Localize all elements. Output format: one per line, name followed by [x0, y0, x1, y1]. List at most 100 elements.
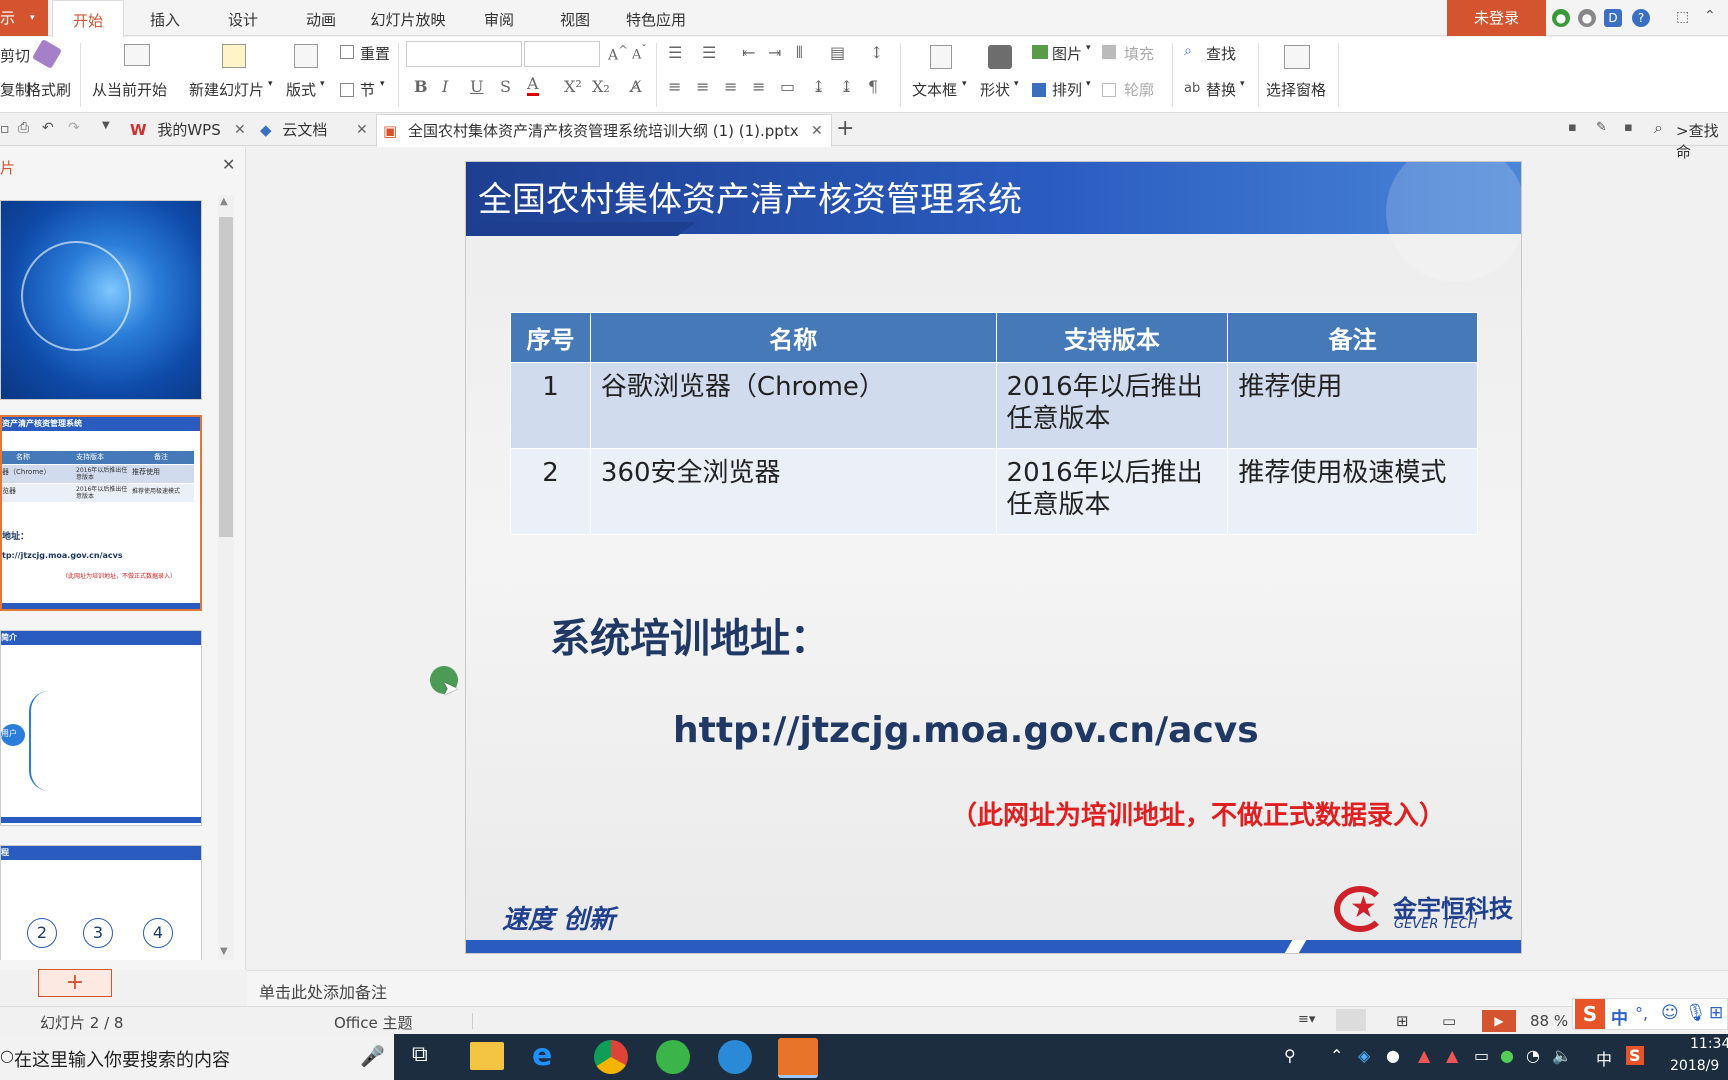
find-button[interactable]: 查找 [1206, 43, 1236, 64]
save-icon[interactable]: ▫ [0, 121, 10, 137]
font-color-icon[interactable]: A [527, 75, 539, 96]
add-slide-button[interactable]: + [38, 969, 112, 997]
superscript-icon[interactable]: X² [564, 77, 582, 96]
format-painter-button[interactable]: 格式刷 [26, 79, 71, 100]
new-tab-icon[interactable]: + [836, 116, 854, 141]
slide-title[interactable]: 全国农村集体资产清产核资管理系统 [478, 172, 1022, 221]
italic-icon[interactable]: I [442, 77, 448, 96]
font-size-select[interactable] [524, 41, 600, 67]
numbered-list-icon[interactable]: ☰ [702, 43, 716, 62]
play-slideshow-icon[interactable]: ▶ [1482, 1010, 1516, 1032]
skin-icon[interactable]: ▪ [1624, 120, 1633, 135]
chevron-down-icon[interactable]: ▼ [102, 120, 110, 131]
underline-icon[interactable]: U [470, 77, 483, 96]
zoom-level[interactable]: 88 % [1530, 1012, 1568, 1030]
play-from-current-button[interactable]: 从当前开始 [92, 79, 167, 100]
emoji-icon[interactable]: ☺ [1661, 1003, 1679, 1023]
training-url[interactable]: http://jtzcjg.moa.gov.cn/acvs [673, 710, 1259, 751]
bold-icon[interactable]: B [414, 77, 428, 96]
fullscreen-icon[interactable]: ▪ [1568, 120, 1577, 135]
cut-button[interactable]: 剪切 [0, 45, 30, 66]
reset-button[interactable]: 重置 [360, 43, 390, 64]
tab-slideshow[interactable]: 幻灯片放映 [368, 0, 448, 36]
command-search[interactable]: >查找命 [1676, 120, 1728, 162]
distribute-icon[interactable]: ▭ [780, 77, 795, 96]
justify-icon[interactable]: ≡ [752, 77, 765, 96]
slide-thumbnail-2[interactable]: 资产清产核资管理系统 名称 支持版本 备注 器（Chrome） 2016年以后推… [0, 415, 202, 611]
close-icon[interactable]: ✕ [811, 115, 823, 147]
slide-thumbnail-3[interactable]: 简介 用户 [0, 630, 202, 826]
sogou-browser-icon[interactable] [718, 1040, 752, 1074]
restore-icon[interactable]: ⬚ [1676, 9, 1689, 25]
slide-thumbnail-1[interactable] [0, 200, 202, 400]
search-icon[interactable]: ⌕ [1654, 118, 1663, 138]
ime-toolbar[interactable]: S 中 °, ☺ 🎙 ⊞ [1572, 998, 1728, 1030]
tab-special[interactable]: 特色应用 [620, 0, 692, 36]
fill-button[interactable]: 填充 [1124, 43, 1154, 64]
file-explorer-icon[interactable] [470, 1042, 504, 1070]
training-address-label[interactable]: 系统培训地址： [550, 606, 830, 664]
wps-presentation-icon[interactable] [778, 1038, 818, 1078]
outline-button[interactable]: 轮廓 [1124, 79, 1154, 100]
redo-icon[interactable]: ↷ [68, 120, 80, 136]
tray-app-icon[interactable]: ● [1386, 1046, 1400, 1065]
textbox-button[interactable]: 文本框 [912, 79, 957, 100]
training-note[interactable]: （此网址为培训地址，不做正式数据录入） [951, 795, 1445, 832]
wechat-icon[interactable]: ● [1500, 1046, 1514, 1065]
reading-view-icon[interactable]: ▭ [1442, 1012, 1456, 1030]
volume-icon[interactable]: 🔈 [1552, 1046, 1572, 1065]
ie-browser-icon[interactable]: e [532, 1038, 552, 1073]
taskbar-search[interactable]: ○ 在这里输入你要搜索的内容 🎤 [0, 1034, 394, 1080]
keyboard-icon[interactable]: ⊞ [1709, 1003, 1723, 1023]
microphone-icon[interactable]: 🎙 [1685, 1003, 1707, 1023]
browser-support-table[interactable]: 序号 名称 支持版本 备注 1 谷歌浏览器（Chrome） 2016年以后推出任… [510, 312, 1478, 535]
close-icon[interactable]: ✕ [234, 114, 246, 146]
battery-icon[interactable]: ▭ [1474, 1046, 1489, 1065]
print-preview-icon[interactable]: ⎙ [18, 120, 29, 136]
align-right-icon[interactable]: ≡ [724, 77, 737, 96]
increase-font-icon[interactable]: A^ [608, 43, 628, 64]
people-icon[interactable]: ⚲ [1284, 1046, 1296, 1065]
tab-insert[interactable]: 插入 [140, 0, 190, 36]
section-button[interactable]: 节 [360, 79, 375, 100]
tab-cloud-docs[interactable]: ◆ 云文档 ✕ [256, 114, 370, 146]
paragraph-icon[interactable]: ¶ [868, 77, 878, 96]
scroll-up-icon[interactable]: ▲ [220, 196, 228, 207]
tab-animation[interactable]: 动画 [296, 0, 346, 36]
tab-design[interactable]: 设计 [218, 0, 268, 36]
notes-placeholder[interactable]: 单击此处添加备注 [259, 979, 387, 1003]
scroll-down-icon[interactable]: ▼ [220, 946, 228, 957]
input-method-indicator[interactable]: 中 [1596, 1046, 1612, 1070]
ime-mode[interactable]: 中 [1611, 1004, 1628, 1029]
collapse-ribbon-icon[interactable]: ⌃ [1704, 8, 1716, 24]
new-slide-button[interactable]: 新建幻灯片 [189, 79, 264, 100]
tray-expand-icon[interactable]: ⌃ [1330, 1046, 1343, 1065]
columns-icon[interactable]: ⫴ [796, 43, 803, 63]
align-left-icon[interactable]: ≡ [668, 77, 681, 96]
font-name-select[interactable] [406, 41, 522, 67]
login-button[interactable]: 未登录 [1447, 0, 1546, 36]
text-align-vertical-icon[interactable]: ▤ [830, 43, 845, 62]
punctuation-icon[interactable]: °, [1635, 1004, 1648, 1023]
tab-current-file[interactable]: ▣ 全国农村集体资产清产核资管理系统培训大纲 (1) (1).pptx ✕ [376, 114, 832, 147]
slide-canvas[interactable]: 全国农村集体资产清产核资管理系统 序号 名称 支持版本 备注 1 谷歌浏览器（C… [465, 161, 1522, 954]
360-browser-icon[interactable] [656, 1040, 690, 1074]
notes-pane[interactable]: 单击此处添加备注 [247, 970, 1728, 1006]
scrollbar-thumb[interactable] [219, 217, 233, 537]
tray-app-icon[interactable]: ▲ [1446, 1046, 1458, 1065]
decrease-indent-icon[interactable]: ⇤ [742, 43, 755, 62]
subscript-icon[interactable]: X₂ [592, 77, 610, 96]
line-spacing-icon[interactable]: ↨ [812, 77, 825, 96]
clock-time[interactable]: 11:34 [1690, 1036, 1728, 1052]
paragraph-spacing-icon[interactable]: ↨ [840, 77, 853, 96]
settings-icon[interactable]: ● [1578, 9, 1596, 27]
sync-icon[interactable]: ● [1552, 9, 1570, 27]
notes-toggle-icon[interactable]: ≡▾ [1298, 1012, 1315, 1027]
normal-view-icon[interactable] [1336, 1009, 1366, 1031]
decrease-font-icon[interactable]: Aˇ [632, 43, 647, 62]
tab-review[interactable]: 审阅 [474, 0, 524, 36]
align-center-icon[interactable]: ≡ [696, 77, 709, 96]
increase-indent-icon[interactable]: ⇥ [768, 43, 781, 62]
text-direction-icon[interactable]: ↕ [870, 43, 883, 62]
sogou-tray-icon[interactable]: S [1626, 1046, 1644, 1065]
